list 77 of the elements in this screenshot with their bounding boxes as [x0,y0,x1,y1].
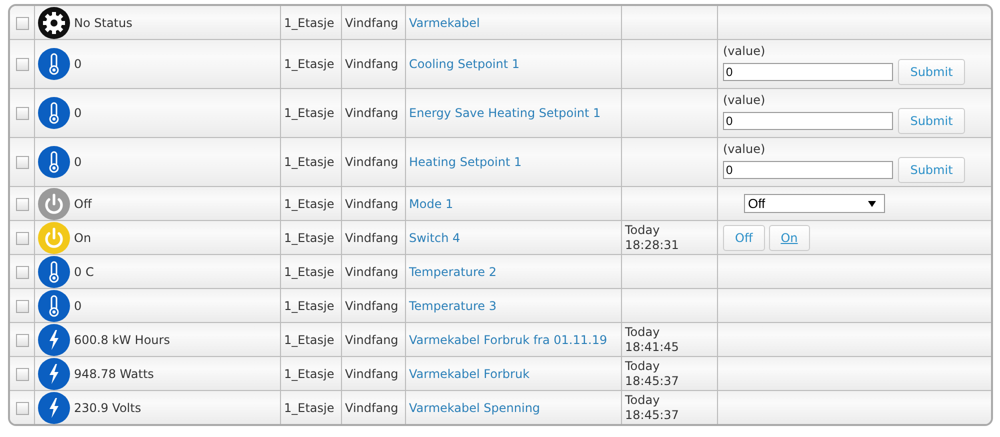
thermometer-icon [38,48,70,80]
last-update-text: Today 18:45:37 [625,392,679,422]
room-text: Vindfang [345,366,398,380]
lightning-bolt-icon [38,324,70,356]
mode-dropdown[interactable]: Off [744,194,885,213]
lightning-bolt-icon [38,392,70,424]
row-checkbox[interactable] [16,156,28,170]
floor-text: 1_Etasje [284,196,334,210]
status-text: 0 [74,57,82,71]
thermometer-icon [38,256,70,288]
status-text: Off [74,196,92,210]
room-text: Vindfang [345,16,398,30]
floor-text: 1_Etasje [284,264,334,278]
room-text: Vindfang [345,332,398,346]
thermometer-icon [38,146,70,178]
row-checkbox[interactable] [16,300,28,313]
row-checkbox[interactable] [16,16,28,30]
floor-text: 1_Etasje [284,230,334,244]
room-text: Vindfang [345,264,398,278]
status-text: 230.9 Volts [74,400,142,414]
last-update-text: Today 18:45:37 [625,358,679,388]
floor-text: 1_Etasje [284,155,334,169]
floor-text: 1_Etasje [284,298,334,312]
device-link[interactable]: Varmekabel [409,16,480,30]
status-text: 948.78 Watts [74,366,154,380]
last-update-text: Today 18:28:31 [625,222,679,252]
row-checkbox[interactable] [16,58,28,72]
last-update-text: Today 18:41:45 [625,324,679,354]
switch-button[interactable]: On [768,224,810,250]
room-text: Vindfang [345,155,398,169]
room-text: Vindfang [345,230,398,244]
device-link[interactable]: Temperature 3 [409,298,496,312]
value-input[interactable]: 0 [723,62,893,80]
floor-text: 1_Etasje [284,57,334,71]
value-label: (value) [723,92,766,106]
row-checkbox[interactable] [16,232,28,245]
device-link[interactable]: Cooling Setpoint 1 [409,57,520,71]
floor-text: 1_Etasje [284,16,334,30]
gear-icon [38,6,70,38]
value-input[interactable]: 0 [723,112,893,130]
thermometer-icon [38,290,70,322]
floor-text: 1_Etasje [284,400,334,414]
room-text: Vindfang [345,400,398,414]
lightning-bolt-icon [38,358,70,390]
row-checkbox[interactable] [16,107,28,120]
room-text: Vindfang [345,106,398,120]
status-text: 0 [74,155,82,169]
floor-text: 1_Etasje [284,366,334,380]
floor-text: 1_Etasje [284,332,334,346]
value-label: (value) [723,142,766,156]
submit-button[interactable]: Submit [898,108,965,134]
row-checkbox[interactable] [16,334,28,347]
switch-button[interactable]: Off [723,224,765,250]
thermometer-icon [38,97,70,129]
device-link[interactable]: Heating Setpoint 1 [409,155,522,169]
status-text: 0 [74,298,82,312]
device-link[interactable]: Mode 1 [409,196,454,210]
floor-text: 1_Etasje [284,106,334,120]
value-input[interactable]: 0 [723,160,893,178]
device-link[interactable]: Switch 4 [409,230,460,244]
row-checkbox[interactable] [16,402,28,415]
submit-button[interactable]: Submit [898,156,965,182]
status-text: No Status [74,16,132,30]
value-label: (value) [723,44,766,58]
row-checkbox[interactable] [16,266,28,279]
status-text: 600.8 kW Hours [74,332,170,346]
status-text: 0 [74,106,82,120]
submit-button[interactable]: Submit [898,58,965,84]
device-link[interactable]: Temperature 2 [409,264,496,278]
room-text: Vindfang [345,298,398,312]
status-text: On [74,230,92,244]
room-text: Vindfang [345,57,398,71]
caret-icon [868,200,876,206]
room-text: Vindfang [345,196,398,210]
row-checkbox[interactable] [16,368,28,381]
status-text: 0 C [74,264,94,278]
row-checkbox[interactable] [16,198,28,211]
